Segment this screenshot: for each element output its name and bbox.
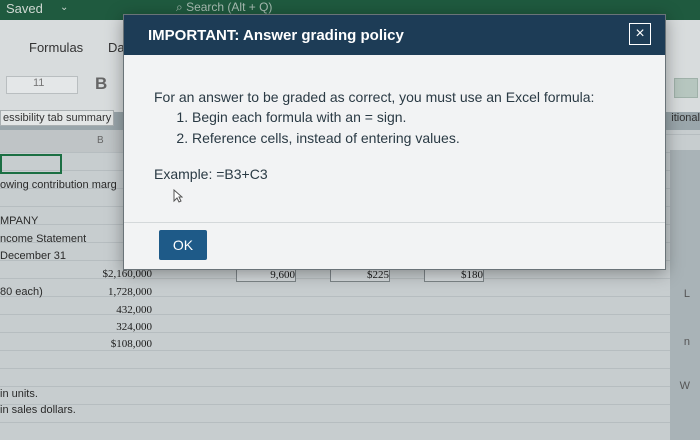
cell-value[interactable]: 9,600 bbox=[236, 268, 296, 282]
ribbon-icon[interactable] bbox=[674, 78, 698, 98]
dialog-title: IMPORTANT: Answer grading policy bbox=[148, 27, 404, 44]
saved-status: Saved bbox=[6, 1, 43, 16]
cell-text[interactable]: in sales dollars. bbox=[0, 404, 76, 416]
cell-value[interactable]: 324,000 bbox=[94, 321, 152, 333]
pane-icon[interactable]: W bbox=[680, 380, 690, 392]
close-button[interactable]: × bbox=[629, 23, 651, 45]
pane-icon[interactable]: n bbox=[684, 336, 690, 348]
right-task-pane: L n W bbox=[670, 150, 700, 440]
dialog-header: IMPORTANT: Answer grading policy × bbox=[124, 15, 665, 55]
cell-value[interactable]: $108,000 bbox=[94, 338, 152, 350]
cell-text[interactable]: 80 each) bbox=[0, 286, 43, 298]
cell-text[interactable]: MPANY bbox=[0, 215, 38, 227]
rule-item: Begin each formula with an = sign. bbox=[192, 107, 460, 128]
chevron-down-icon[interactable]: ⌄ bbox=[60, 2, 68, 13]
additional-label: itional bbox=[671, 112, 700, 124]
tab-formulas[interactable]: Formulas bbox=[29, 40, 83, 55]
font-size-select[interactable]: 11 bbox=[6, 76, 78, 94]
accessibility-tab-summary[interactable]: essibility tab summary bbox=[0, 110, 130, 126]
cell-value[interactable]: $225 bbox=[330, 268, 390, 282]
example-text: Example: =B3+C3 bbox=[154, 166, 268, 182]
grading-policy-dialog: IMPORTANT: Answer grading policy × For a… bbox=[123, 14, 666, 270]
pane-icon[interactable]: L bbox=[684, 288, 690, 300]
ok-button[interactable]: OK bbox=[159, 230, 207, 260]
cell-text[interactable]: ncome Statement bbox=[0, 233, 86, 245]
column-b-header[interactable]: B bbox=[97, 135, 104, 146]
cell-text[interactable]: in units. bbox=[0, 388, 38, 400]
selected-cell[interactable] bbox=[0, 154, 62, 174]
bold-button[interactable]: B bbox=[95, 74, 107, 94]
dialog-intro: For an answer to be graded as correct, y… bbox=[154, 89, 595, 105]
cell-text[interactable]: owing contribution marg bbox=[0, 179, 117, 191]
rules-list: Begin each formula with an = sign. Refer… bbox=[154, 107, 460, 149]
cell-value[interactable]: $180 bbox=[424, 268, 484, 282]
close-icon: × bbox=[635, 25, 645, 42]
mouse-pointer-icon bbox=[173, 189, 183, 203]
cell-value[interactable]: 1,728,000 bbox=[94, 286, 152, 298]
cell-text[interactable]: December 31 bbox=[0, 250, 66, 262]
cell-value[interactable]: 432,000 bbox=[94, 304, 152, 316]
rule-item: Reference cells, instead of entering val… bbox=[192, 128, 460, 149]
dialog-footer bbox=[124, 222, 665, 223]
